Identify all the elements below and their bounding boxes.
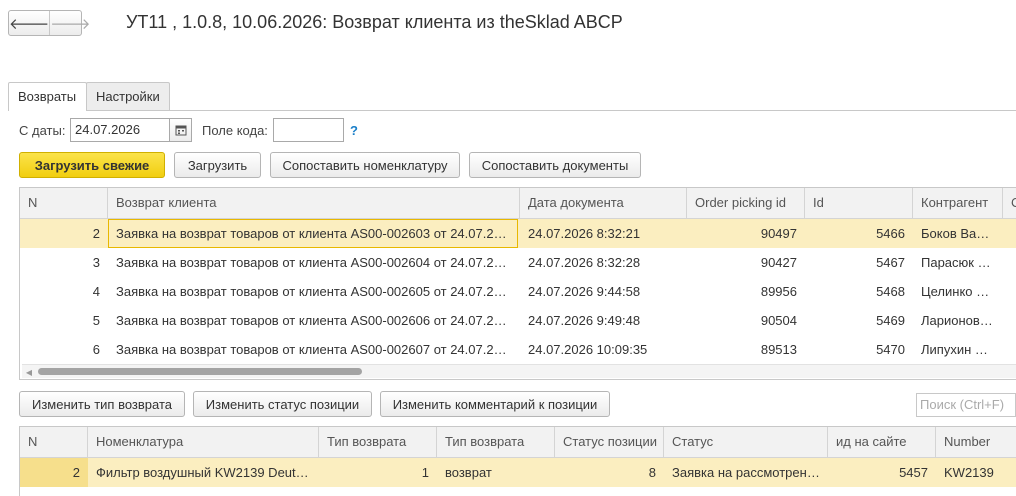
table-row[interactable]: 4 Заявка на возврат товаров от клиента A… <box>20 277 1016 306</box>
cell-counterparty: Целинко … <box>921 284 990 299</box>
cell-counterparty: Липухин … <box>921 342 988 357</box>
col-header-id[interactable]: Id <box>805 188 913 219</box>
match-items-button[interactable]: Сопоставить номенклатуру <box>270 152 460 178</box>
cell-order-picking-id: 89956 <box>760 284 797 299</box>
tab-returns[interactable]: Возвраты <box>8 82 87 111</box>
col-header-counterparty[interactable]: Контрагент <box>913 188 1003 219</box>
cell-n: 5 <box>92 313 100 328</box>
col-header-n[interactable]: N <box>20 427 88 458</box>
change-return-type-button[interactable]: Изменить тип возврата <box>19 391 185 417</box>
cell-id: 5469 <box>876 313 905 328</box>
cell-order-picking-id: 90504 <box>760 313 797 328</box>
cell-doc-date: 24.07.2026 10:09:35 <box>528 342 648 357</box>
cell-n: 6 <box>92 342 100 357</box>
cell-doc-date: 24.07.2026 9:49:48 <box>528 313 641 328</box>
cell-counterparty: Боков Ва… <box>921 226 990 241</box>
calendar-icon[interactable] <box>170 118 192 142</box>
cell-number: KW2139 <box>944 465 994 480</box>
positions-table-header: N Номенклатура Тип возврата Тип возврата… <box>20 427 1016 458</box>
col-header-return-type-code[interactable]: Тип возврата <box>319 427 437 458</box>
match-docs-button[interactable]: Сопоставить документы <box>469 152 641 178</box>
col-header-order-picking-id[interactable]: Order picking id <box>687 188 805 219</box>
table-row[interactable]: 3 Заявка на возврат товаров от клиента A… <box>20 248 1016 277</box>
col-header-item[interactable]: Номенклатура <box>88 427 319 458</box>
cell-doc-date: 24.07.2026 8:32:21 <box>528 226 641 241</box>
table-row[interactable]: 2 Фильтр воздушный KW2139 Deutsche 1 воз… <box>20 458 1016 487</box>
load-fresh-button[interactable]: Загрузить свежие <box>19 152 165 178</box>
cell-return: Заявка на возврат товаров от клиента AS0… <box>116 342 516 357</box>
search-input[interactable]: Поиск (Ctrl+F) <box>916 393 1016 417</box>
cell-order-picking-id: 89513 <box>760 342 797 357</box>
col-header-return-type[interactable]: Тип возврата <box>437 427 555 458</box>
returns-table-header: N Возврат клиента Дата документа Order p… <box>20 188 1016 219</box>
cell-doc-date: 24.07.2026 9:44:58 <box>528 284 641 299</box>
cell-id: 5468 <box>876 284 905 299</box>
cell-n: 4 <box>92 284 100 299</box>
nav-buttons: 🡐 🡒 <box>8 10 90 36</box>
col-header-doc-date[interactable]: Дата документа <box>520 188 687 219</box>
table-row[interactable]: 5 Заявка на возврат товаров от клиента A… <box>20 306 1016 335</box>
cell-return-type-code: 1 <box>421 465 429 480</box>
cell-n: 3 <box>92 255 100 270</box>
cell-counterparty: Парасюк … <box>921 255 991 270</box>
positions-table: N Номенклатура Тип возврата Тип возврата… <box>19 426 1016 496</box>
cell-n: 2 <box>20 458 88 487</box>
forward-arrow-icon[interactable]: 🡒 <box>49 11 90 35</box>
col-header-return[interactable]: Возврат клиента <box>108 188 520 219</box>
scroll-left-icon[interactable]: ◀ <box>22 365 36 379</box>
code-input[interactable] <box>273 118 344 142</box>
cell-doc-date: 24.07.2026 8:32:28 <box>528 255 641 270</box>
col-header-status[interactable]: Статус <box>664 427 828 458</box>
date-label: С даты: <box>19 123 66 138</box>
horizontal-scrollbar[interactable]: ◀ <box>22 364 1016 378</box>
table-row[interactable]: 6 Заявка на возврат товаров от клиента A… <box>20 335 1016 364</box>
returns-table: N Возврат клиента Дата документа Order p… <box>19 187 1016 380</box>
cell-id: 5470 <box>876 342 905 357</box>
cell-order-picking-id: 90497 <box>760 226 797 241</box>
cell-return-type: возврат <box>445 465 492 480</box>
page-title: УТ11 , 1.0.8, 10.06.2026: Возврат клиент… <box>126 12 623 32</box>
cell-id: 5467 <box>876 255 905 270</box>
tab-divider <box>8 110 1016 111</box>
cell-position-status: 8 <box>648 465 656 480</box>
col-header-position-status[interactable]: Статус позиции <box>555 427 664 458</box>
cell-return: Заявка на возврат товаров от клиента AS0… <box>116 313 516 328</box>
cell-id: 5466 <box>876 226 905 241</box>
tab-settings[interactable]: Настройки <box>86 82 170 110</box>
change-position-status-button[interactable]: Изменить статус позиции <box>193 391 372 417</box>
help-icon[interactable]: ? <box>350 123 358 138</box>
cell-return[interactable]: Заявка на возврат товаров от клиента AS0… <box>108 219 518 248</box>
col-header-extra[interactable]: С <box>1003 188 1016 219</box>
back-arrow-icon[interactable]: 🡐 <box>9 11 49 35</box>
cell-counterparty: Ларионов… <box>921 313 993 328</box>
cell-site-id: 5457 <box>899 465 928 480</box>
col-header-site-id[interactable]: ид на сайте <box>828 427 936 458</box>
table-row[interactable]: 2 Заявка на возврат товаров от клиента A… <box>20 219 1016 248</box>
code-label: Поле кода: <box>202 123 268 138</box>
load-button[interactable]: Загрузить <box>174 152 261 178</box>
cell-return: Заявка на возврат товаров от клиента AS0… <box>116 255 516 270</box>
col-header-n[interactable]: N <box>20 188 108 219</box>
cell-return: Заявка на возврат товаров от клиента AS0… <box>116 284 516 299</box>
cell-status: Заявка на рассмотрение <box>672 465 822 480</box>
change-position-comment-button[interactable]: Изменить комментарий к позиции <box>380 391 610 417</box>
cell-item: Фильтр воздушный KW2139 Deutsche <box>96 465 319 480</box>
col-header-number[interactable]: Number <box>936 427 1016 458</box>
cell-order-picking-id: 90427 <box>760 255 797 270</box>
date-input[interactable]: 24.07.2026 <box>70 118 170 142</box>
cell-n: 2 <box>92 226 100 241</box>
scrollbar-thumb[interactable] <box>38 368 362 375</box>
